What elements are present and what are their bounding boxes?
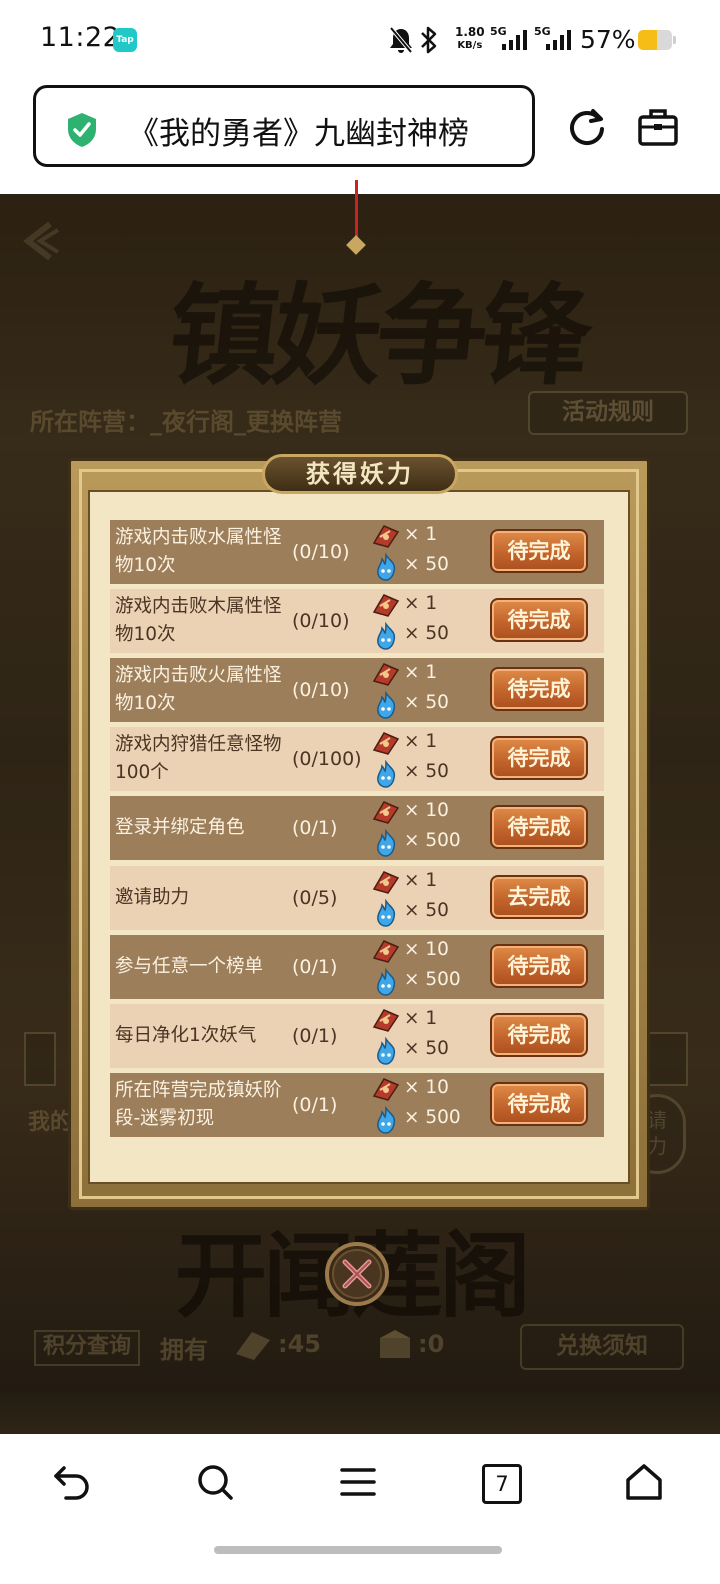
browser-nav-bar: 7 (0, 1434, 720, 1584)
task-action-button[interactable]: 待完成 (490, 1082, 588, 1126)
task-action-button[interactable]: 去完成 (490, 875, 588, 919)
mute-icon (389, 26, 413, 54)
talisman-icon (372, 1076, 400, 1106)
spirit-flame-icon (372, 552, 400, 585)
back-icon[interactable] (52, 1462, 92, 1504)
spirit-flame-icon (372, 621, 400, 654)
talisman-icon (372, 869, 400, 899)
task-name: 游戏内击败水属性怪物10次 (115, 527, 282, 576)
reward-spirit-amount: × 500 (404, 1107, 461, 1128)
task-row: 邀请助力 (0/5) × 1 × 50 去完成 (110, 866, 604, 930)
signal-icon (502, 30, 527, 50)
reward-talisman-amount: × 1 (404, 1008, 438, 1029)
task-row: 游戏内击败水属性怪物10次 (0/10) × 1 × 50 待完成 (110, 520, 604, 584)
reward-spirit-amount: × 50 (404, 692, 449, 713)
task-row: 所在阵营完成镇妖阶段-迷雾初现 (0/1) × 10 × 500 待完成 (110, 1073, 604, 1137)
toolbox-icon[interactable] (638, 108, 678, 146)
reward-spirit-amount: × 50 (404, 761, 449, 782)
close-icon[interactable] (324, 1241, 390, 1307)
task-progress: (0/10) (292, 610, 350, 632)
taptap-icon: Tap (113, 28, 137, 52)
reward-talisman-amount: × 1 (404, 524, 438, 545)
task-name: 邀请助力 (115, 887, 190, 908)
task-name: 游戏内击败木属性怪物10次 (115, 596, 282, 645)
task-progress: (0/10) (292, 679, 350, 701)
shield-check-icon (68, 113, 96, 147)
task-action-button[interactable]: 待完成 (490, 1013, 588, 1057)
task-action-button[interactable]: 待完成 (490, 736, 588, 780)
reward-spirit-amount: × 50 (404, 623, 449, 644)
spirit-flame-icon (372, 690, 400, 723)
reward-talisman-amount: × 10 (404, 1077, 449, 1098)
task-name: 参与任意一个榜单 (115, 956, 264, 977)
task-progress: (0/1) (292, 956, 338, 978)
spirit-flame-icon (372, 1036, 400, 1069)
bluetooth-icon (421, 26, 437, 54)
talisman-icon (372, 661, 400, 691)
talisman-icon (372, 1007, 400, 1037)
talisman-icon (372, 523, 400, 553)
spirit-flame-icon (372, 759, 400, 792)
signal-icon-2 (546, 30, 571, 50)
reward-talisman-amount: × 1 (404, 593, 438, 614)
task-progress: (0/1) (292, 817, 338, 839)
task-progress: (0/100) (292, 748, 362, 770)
task-action-button[interactable]: 待完成 (490, 529, 588, 573)
spirit-flame-icon (372, 828, 400, 861)
reward-talisman-amount: × 1 (404, 870, 438, 891)
talisman-icon (372, 799, 400, 829)
task-row: 游戏内击败火属性怪物10次 (0/10) × 1 × 50 待完成 (110, 658, 604, 722)
reward-talisman-amount: × 1 (404, 662, 438, 683)
task-row: 参与任意一个榜单 (0/1) × 10 × 500 待完成 (110, 935, 604, 999)
task-name: 所在阵营完成镇妖阶段-迷雾初现 (115, 1080, 282, 1129)
net-speed: 1.80 KB/s (455, 25, 485, 52)
status-bar: 11:22 Tap 1.80 KB/s 5G 5G 57% (0, 0, 720, 80)
spirit-flame-icon (372, 967, 400, 1000)
task-row: 游戏内击败木属性怪物10次 (0/10) × 1 × 50 待完成 (110, 589, 604, 653)
home-indicator[interactable] (214, 1546, 502, 1554)
page-title: 《我的勇者》九幽封神榜 (128, 116, 469, 152)
reward-spirit-amount: × 50 (404, 554, 449, 575)
task-name: 每日净化1次妖气 (115, 1025, 257, 1046)
task-name: 登录并绑定角色 (115, 817, 245, 838)
reward-talisman-amount: × 10 (404, 939, 449, 960)
task-action-button[interactable]: 待完成 (490, 944, 588, 988)
home-icon[interactable] (624, 1462, 664, 1504)
reward-spirit-amount: × 500 (404, 969, 461, 990)
modal-title: 获得妖力 (262, 454, 458, 494)
talisman-icon (372, 730, 400, 760)
clock: 11:22 (40, 22, 121, 53)
task-name: 游戏内击败火属性怪物10次 (115, 665, 282, 714)
menu-icon[interactable] (338, 1462, 378, 1504)
task-progress: (0/1) (292, 1094, 338, 1116)
battery-icon (638, 30, 672, 50)
reward-spirit-amount: × 50 (404, 900, 449, 921)
spirit-flame-icon (372, 1105, 400, 1138)
reload-icon[interactable] (566, 107, 608, 149)
battery-percent: 57% (580, 25, 636, 54)
task-progress: (0/5) (292, 887, 338, 909)
task-action-button[interactable]: 待完成 (490, 805, 588, 849)
task-row: 每日净化1次妖气 (0/1) × 1 × 50 待完成 (110, 1004, 604, 1068)
task-row: 登录并绑定角色 (0/1) × 10 × 500 待完成 (110, 796, 604, 860)
reward-spirit-amount: × 500 (404, 830, 461, 851)
task-row: 游戏内狩猎任意怪物100个 (0/100) × 1 × 50 待完成 (110, 727, 604, 791)
tabs-icon[interactable]: 7 (482, 1464, 522, 1504)
talisman-icon (372, 938, 400, 968)
search-icon[interactable] (196, 1462, 236, 1504)
address-bar[interactable]: 《我的勇者》九幽封神榜 (33, 85, 535, 167)
reward-spirit-amount: × 50 (404, 1038, 449, 1059)
task-action-button[interactable]: 待完成 (490, 667, 588, 711)
talisman-icon (372, 592, 400, 622)
task-progress: (0/1) (292, 1025, 338, 1047)
reward-talisman-amount: × 10 (404, 800, 449, 821)
task-action-button[interactable]: 待完成 (490, 598, 588, 642)
task-progress: (0/10) (292, 541, 350, 563)
task-name: 游戏内狩猎任意怪物100个 (115, 734, 282, 783)
spirit-flame-icon (372, 898, 400, 931)
reward-talisman-amount: × 1 (404, 731, 438, 752)
